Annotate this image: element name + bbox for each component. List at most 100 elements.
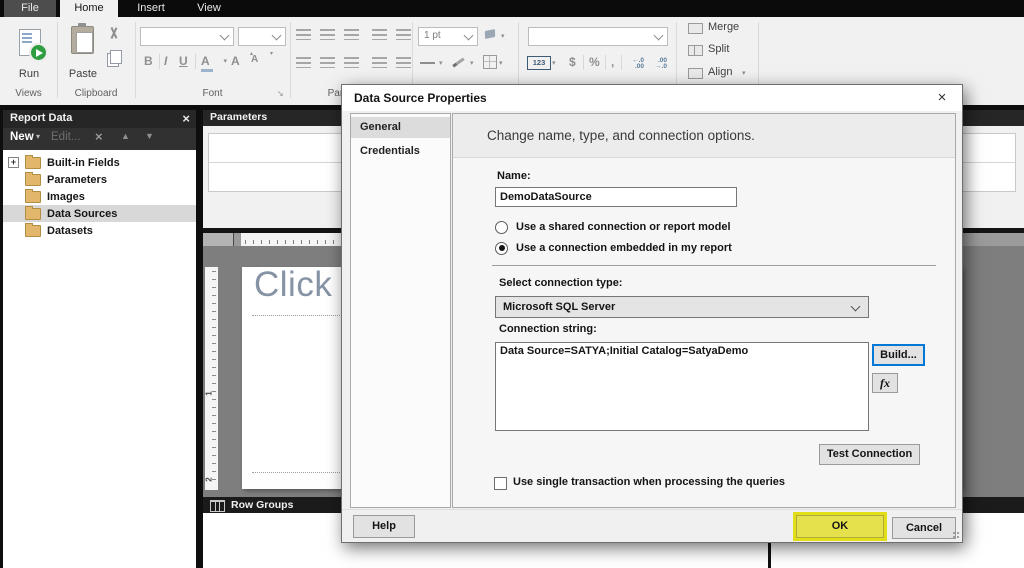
- numbered-list-icon[interactable]: [396, 57, 411, 68]
- copy-icon[interactable]: [107, 53, 119, 67]
- decrease-indent-icon[interactable]: [372, 29, 387, 40]
- chevron-down-icon: [464, 31, 474, 41]
- nav-item-credentials[interactable]: Credentials: [351, 141, 450, 162]
- dialog-titlebar[interactable]: Data Source Properties ×: [342, 85, 962, 111]
- connection-string-input[interactable]: Data Source=SATYA;Initial Catalog=SatyaD…: [495, 342, 869, 431]
- align-top-icon[interactable]: [296, 29, 311, 40]
- nav-item-general[interactable]: General: [351, 117, 450, 138]
- fill-color-icon[interactable]: [485, 29, 495, 39]
- italic-button[interactable]: I: [164, 54, 167, 68]
- single-transaction-checkbox[interactable]: [494, 477, 507, 490]
- font-color-button[interactable]: A ▾: [201, 53, 227, 71]
- tree-item-label: Datasets: [47, 225, 93, 237]
- ok-button[interactable]: OK: [793, 512, 887, 541]
- close-icon[interactable]: ×: [930, 87, 954, 108]
- new-button[interactable]: New: [10, 131, 34, 143]
- folder-icon: [25, 191, 41, 203]
- number-format-combobox[interactable]: [528, 27, 668, 46]
- border-width-value: 1 pt: [424, 30, 441, 41]
- expression-fx-button[interactable]: fx: [872, 373, 898, 393]
- cancel-button[interactable]: Cancel: [892, 517, 956, 539]
- embedded-connection-radio-row[interactable]: Use a connection embedded in my report: [495, 241, 732, 255]
- bold-button[interactable]: B: [144, 54, 153, 68]
- separator: [621, 55, 622, 70]
- dialog-nav: General Credentials: [350, 113, 451, 508]
- expand-icon[interactable]: +: [8, 157, 19, 168]
- radio-unselected-icon[interactable]: [495, 221, 508, 234]
- underline-button[interactable]: U: [179, 54, 188, 68]
- border-style-icon[interactable]: [420, 62, 435, 64]
- run-button[interactable]: Run: [8, 22, 50, 86]
- tree-item-built-in-fields[interactable]: + Built-in Fields: [3, 154, 196, 171]
- increase-indent-icon[interactable]: [396, 29, 411, 40]
- tab-file[interactable]: File: [4, 0, 56, 17]
- dialog-heading-band: Change name, type, and connection option…: [453, 114, 955, 158]
- folder-icon: [25, 208, 41, 220]
- name-label: Name:: [497, 170, 531, 182]
- connection-type-combobox[interactable]: Microsoft SQL Server: [495, 296, 869, 318]
- row-groups-title: Row Groups: [231, 499, 293, 511]
- ruler-number: 2: [205, 477, 214, 481]
- align-button[interactable]: Align: [708, 66, 732, 78]
- tree-item-data-sources[interactable]: Data Sources: [3, 205, 196, 222]
- bullet-list-icon[interactable]: [372, 57, 387, 68]
- align-right-icon[interactable]: [344, 57, 359, 68]
- chevron-down-icon: [851, 302, 861, 312]
- currency-button[interactable]: $: [569, 55, 576, 69]
- font-size-combobox[interactable]: [238, 27, 286, 46]
- move-down-icon[interactable]: ▼: [145, 131, 154, 141]
- align-bottom-icon[interactable]: [344, 29, 359, 40]
- connection-string-label: Connection string:: [499, 323, 597, 335]
- increase-decimal-icon[interactable]: ←.0 .00: [626, 58, 644, 70]
- border-width-combobox[interactable]: 1 pt: [418, 27, 478, 46]
- tree-item-parameters[interactable]: Parameters: [3, 171, 196, 188]
- dialog-button-bar: Help OK Cancel: [342, 509, 962, 541]
- align-middle-icon[interactable]: [320, 29, 335, 40]
- number-format-icon[interactable]: 123: [527, 56, 551, 70]
- delete-icon[interactable]: ×: [95, 129, 103, 144]
- tree-item-images[interactable]: Images: [3, 188, 196, 205]
- comma-button[interactable]: ,: [611, 55, 614, 69]
- radio-selected-icon[interactable]: [495, 242, 508, 255]
- align-left-icon[interactable]: [296, 57, 311, 68]
- run-label: Run: [8, 68, 50, 80]
- separator: [583, 55, 584, 70]
- edit-button[interactable]: Edit...: [51, 131, 80, 143]
- percent-button[interactable]: %: [589, 55, 600, 69]
- ribbon-tab-bar: File Home Insert View: [0, 0, 1024, 17]
- font-family-combobox[interactable]: [140, 27, 234, 46]
- align-center-icon[interactable]: [320, 57, 335, 68]
- tree-item-datasets[interactable]: Datasets: [3, 222, 196, 239]
- embedded-connection-label: Use a connection embedded in my report: [516, 242, 732, 254]
- connection-type-label: Select connection type:: [499, 277, 622, 289]
- test-connection-button[interactable]: Test Connection: [819, 444, 920, 465]
- dropdown-icon: ▾: [742, 69, 746, 77]
- tab-view[interactable]: View: [184, 0, 234, 17]
- report-data-title: Report Data: [10, 112, 72, 124]
- dropdown-icon[interactable]: ▾: [36, 132, 40, 141]
- paste-button[interactable]: Paste: [62, 22, 104, 86]
- split-button[interactable]: Split: [708, 43, 729, 55]
- cut-icon[interactable]: [108, 27, 120, 40]
- merge-button[interactable]: Merge: [708, 21, 739, 33]
- tab-insert[interactable]: Insert: [122, 0, 180, 17]
- move-up-icon[interactable]: ▲: [121, 131, 130, 141]
- separator: [159, 54, 160, 69]
- group-separator: [290, 22, 291, 98]
- close-icon[interactable]: ×: [182, 111, 190, 126]
- help-button[interactable]: Help: [353, 515, 415, 538]
- shrink-font-button[interactable]: A▾: [251, 53, 267, 71]
- folder-icon: [25, 225, 41, 237]
- build-button[interactable]: Build...: [872, 344, 925, 366]
- borders-icon[interactable]: [483, 55, 497, 69]
- decrease-decimal-icon[interactable]: .00 →.0: [649, 58, 667, 70]
- border-color-brush-icon[interactable]: [452, 58, 464, 68]
- shrink-font-letter: A: [251, 54, 258, 65]
- play-icon: [29, 43, 48, 62]
- name-input[interactable]: [495, 187, 737, 207]
- tab-home[interactable]: Home: [60, 0, 118, 17]
- app-window: File Home Insert View Run Views Paste Cl…: [0, 0, 1024, 568]
- grow-font-button[interactable]: A▴: [231, 53, 247, 71]
- resize-grip[interactable]: [952, 531, 960, 539]
- shared-connection-radio-row[interactable]: Use a shared connection or report model: [495, 220, 731, 234]
